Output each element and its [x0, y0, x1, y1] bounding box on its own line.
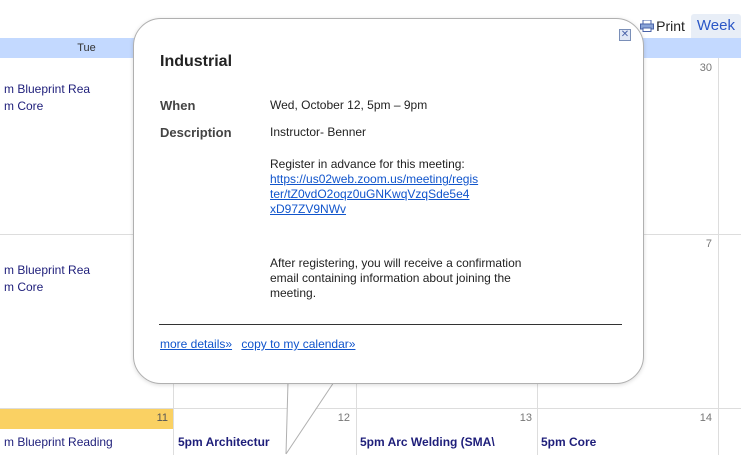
link-line[interactable]: https://us02web.zoom.us/meeting/regis [270, 172, 478, 186]
day-number: 7 [705, 238, 712, 250]
print-label: Print [656, 18, 685, 34]
when-label: When [160, 98, 196, 113]
print-button[interactable]: Print [640, 18, 685, 34]
day-number: 13 [519, 412, 532, 424]
after-registration-text: After registering, you will receive a co… [270, 256, 620, 301]
when-value: Wed, October 12, 5pm – 9pm [270, 98, 428, 112]
meeting-link[interactable]: https://us02web.zoom.us/meeting/regis te… [270, 172, 620, 217]
link-line[interactable]: xD97ZV9NWv [270, 202, 346, 216]
description-text: Instructor- Benner [270, 125, 367, 139]
divider [159, 324, 622, 325]
close-icon[interactable]: ✕ [619, 29, 631, 41]
day-number: 11 [156, 412, 168, 424]
copy-to-calendar-link[interactable]: copy to my calendar» [241, 337, 355, 351]
description-label: Description [160, 125, 232, 140]
description-text: Register in advance for this meeting: [270, 157, 465, 171]
popup-pointer [285, 380, 335, 455]
link-line[interactable]: ter/tZ0vdO2oqz0uGNKwqVzqSde5e4 [270, 187, 469, 201]
grid-divider [718, 58, 719, 455]
text-line: meeting. [270, 286, 317, 300]
event-item[interactable]: m Blueprint Reading [4, 435, 172, 449]
day-number: 14 [699, 412, 712, 424]
event-popup: ✕ Industrial When Wed, October 12, 5pm –… [133, 18, 644, 384]
text-line: email containing information about joini… [270, 271, 511, 285]
event-title: Industrial [160, 53, 233, 70]
more-details-link[interactable]: more details» [160, 337, 232, 351]
toolbar: Print Week [640, 14, 741, 38]
event-item[interactable]: 5pm Arc Welding (SMA\ [360, 435, 535, 449]
text-line: After registering, you will receive a co… [270, 256, 522, 270]
printer-icon [640, 20, 655, 32]
popup-actions: more details» copy to my calendar» [160, 337, 361, 351]
event-item[interactable]: 5pm Core [541, 435, 716, 449]
day-number: 30 [699, 62, 712, 74]
tab-week[interactable]: Week [690, 14, 741, 38]
